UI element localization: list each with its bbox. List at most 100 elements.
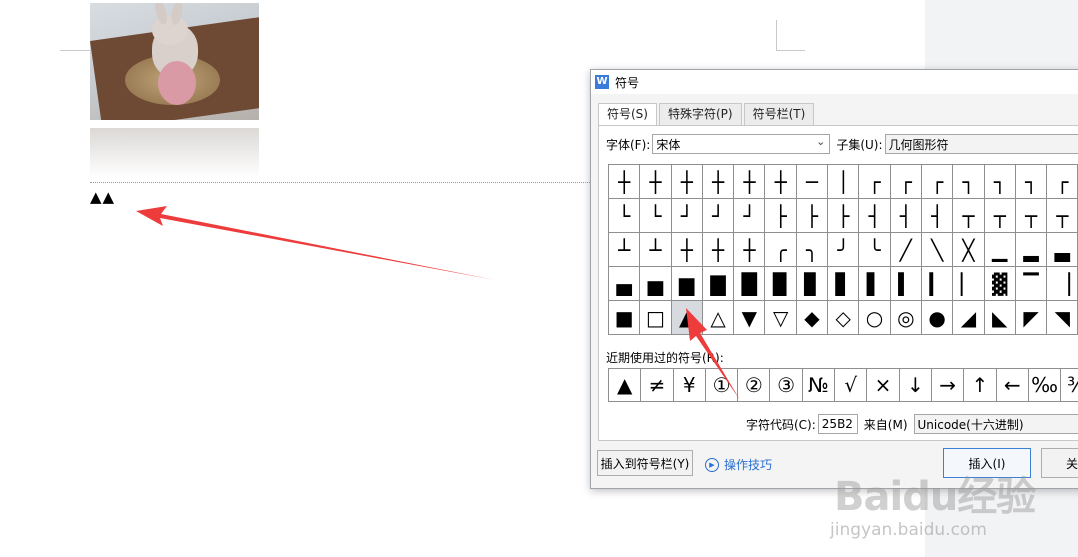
recent-symbol-cell[interactable]: ↓ [900, 369, 932, 401]
symbol-cell[interactable]: △ [702, 301, 735, 335]
symbol-cell[interactable]: ╮ [796, 233, 829, 267]
char-code-input[interactable]: 25B2 [817, 414, 858, 434]
dialog-titlebar[interactable]: W 符号 [591, 70, 1078, 94]
recent-symbol-cell[interactable]: № [803, 369, 836, 401]
symbol-cell[interactable]: ┐ [1015, 165, 1048, 199]
symbol-cell[interactable]: ┌ [921, 165, 954, 199]
symbol-cell[interactable]: ◎ [890, 301, 922, 335]
recent-symbol-cell[interactable]: ← [997, 369, 1029, 401]
symbol-cell[interactable]: ╳ [953, 233, 985, 267]
recent-symbol-cell[interactable]: ‰ [1029, 369, 1062, 401]
symbol-cell[interactable]: ┼ [702, 233, 735, 267]
symbol-cell[interactable]: ◤ [1015, 301, 1048, 335]
symbol-cell[interactable]: └ [640, 199, 672, 233]
symbol-cell[interactable]: ▓ [984, 267, 1016, 301]
symbol-cell[interactable]: ├ [828, 199, 860, 233]
symbol-cell[interactable]: ▋ [828, 267, 860, 301]
symbol-cell[interactable]: ▏ [953, 267, 985, 301]
symbol-cell[interactable]: ▊ [796, 267, 829, 301]
symbol-cell[interactable]: ─ [796, 165, 829, 199]
symbol-cell[interactable]: ┼ [671, 233, 703, 267]
symbol-cell[interactable]: ■ [609, 301, 641, 335]
symbol-cell[interactable]: ┴ [609, 233, 641, 267]
symbol-cell[interactable]: ╭ [765, 233, 797, 267]
symbol-cell[interactable]: ▂ [1015, 233, 1048, 267]
symbol-cell[interactable]: ┌ [859, 165, 891, 199]
symbol-cell[interactable]: ┼ [734, 233, 766, 267]
symbol-cell[interactable]: ◣ [984, 301, 1016, 335]
font-select[interactable]: 宋体 ⌄ [652, 134, 831, 154]
recent-symbol-cell[interactable]: × [867, 369, 900, 401]
symbol-cell[interactable]: ▁ [984, 233, 1016, 267]
recent-symbol-cell[interactable]: → [932, 369, 965, 401]
symbol-cell[interactable]: □ [640, 301, 672, 335]
insert-button[interactable]: 插入(I) [943, 448, 1031, 478]
symbol-cell[interactable]: ▎ [921, 267, 954, 301]
symbol-cell[interactable]: ▲ [671, 301, 703, 335]
insert-to-symbol-bar-button[interactable]: 插入到符号栏(Y) [597, 450, 693, 476]
symbol-cell[interactable]: ┬ [1015, 199, 1048, 233]
symbol-cell[interactable]: │ [828, 165, 860, 199]
symbol-cell[interactable]: ┼ [671, 165, 703, 199]
tab-symbol-bar[interactable]: 符号栏(T) [743, 103, 815, 125]
symbol-cell[interactable]: ○ [859, 301, 891, 335]
symbol-cell[interactable]: ┘ [671, 199, 703, 233]
symbol-cell[interactable]: ▽ [765, 301, 797, 335]
symbol-cell[interactable]: ┼ [765, 165, 797, 199]
symbol-cell[interactable]: ╱ [890, 233, 922, 267]
inserted-triangles-text[interactable]: ▲▲ [90, 188, 115, 206]
symbol-cell[interactable]: ╲ [921, 233, 954, 267]
symbol-cell[interactable]: ▇ [702, 267, 735, 301]
recent-symbol-cell[interactable]: ③ [770, 369, 803, 401]
symbol-cell[interactable]: ◥ [1047, 301, 1078, 335]
symbol-cell[interactable]: ▉ [765, 267, 797, 301]
symbol-cell[interactable]: █ [734, 267, 766, 301]
tab-symbols[interactable]: 符号(S) [598, 103, 657, 126]
symbol-cell[interactable]: ◆ [796, 301, 829, 335]
close-button[interactable]: 关 [1041, 448, 1078, 478]
symbol-cell[interactable]: ┐ [953, 165, 985, 199]
bunny-photo[interactable] [90, 3, 259, 120]
symbol-cell[interactable]: ▃ [1047, 233, 1078, 267]
recent-symbol-cell[interactable]: ↑ [964, 369, 997, 401]
symbol-cell[interactable]: ▼ [734, 301, 766, 335]
tips-link[interactable]: ▶ 操作技巧 [705, 456, 772, 473]
symbol-cell[interactable]: ┴ [640, 233, 672, 267]
recent-symbol-cell[interactable]: ▲ [609, 369, 642, 401]
symbol-cell[interactable]: ◢ [953, 301, 985, 335]
symbol-cell[interactable]: ┬ [953, 199, 985, 233]
symbol-cell[interactable]: ▍ [890, 267, 922, 301]
symbol-cell[interactable]: ▅ [640, 267, 672, 301]
recent-symbol-cell[interactable]: ¾ [1061, 369, 1078, 401]
symbol-cell[interactable]: ▔ [1015, 267, 1048, 301]
symbol-cell[interactable]: ▌ [859, 267, 891, 301]
symbol-cell[interactable]: ├ [796, 199, 829, 233]
subset-select[interactable]: 几何图形符 [884, 134, 1078, 154]
symbol-cell[interactable]: ▆ [671, 267, 703, 301]
symbol-cell[interactable]: ┼ [702, 165, 735, 199]
symbol-cell[interactable]: ▕ [1047, 267, 1078, 301]
symbol-cell[interactable]: ◇ [828, 301, 860, 335]
symbol-cell[interactable]: ╰ [859, 233, 891, 267]
symbol-cell[interactable]: ┼ [640, 165, 672, 199]
from-select[interactable]: Unicode(十六进制) [913, 414, 1078, 434]
symbol-cell[interactable]: ┤ [921, 199, 954, 233]
symbol-cell[interactable]: ╯ [828, 233, 860, 267]
symbol-cell[interactable]: ● [921, 301, 954, 335]
recent-symbol-cell[interactable]: ① [706, 369, 739, 401]
symbol-cell[interactable]: ┼ [609, 165, 641, 199]
symbol-cell[interactable]: ┤ [890, 199, 922, 233]
recent-symbol-cell[interactable]: ¥ [674, 369, 706, 401]
symbol-cell[interactable]: ┬ [1047, 199, 1078, 233]
recent-symbol-cell[interactable]: ≠ [641, 369, 674, 401]
recent-symbol-cell[interactable]: √ [835, 369, 868, 401]
symbol-cell[interactable]: ┬ [984, 199, 1016, 233]
symbol-cell[interactable]: ┼ [734, 165, 766, 199]
symbol-cell[interactable]: ├ [765, 199, 797, 233]
recent-symbol-cell[interactable]: ② [738, 369, 771, 401]
symbol-cell[interactable]: ▄ [609, 267, 641, 301]
symbol-cell[interactable]: ┘ [702, 199, 735, 233]
symbol-cell[interactable]: ┌ [1047, 165, 1078, 199]
symbol-cell[interactable]: ┐ [984, 165, 1016, 199]
symbol-cell[interactable]: ┌ [890, 165, 922, 199]
